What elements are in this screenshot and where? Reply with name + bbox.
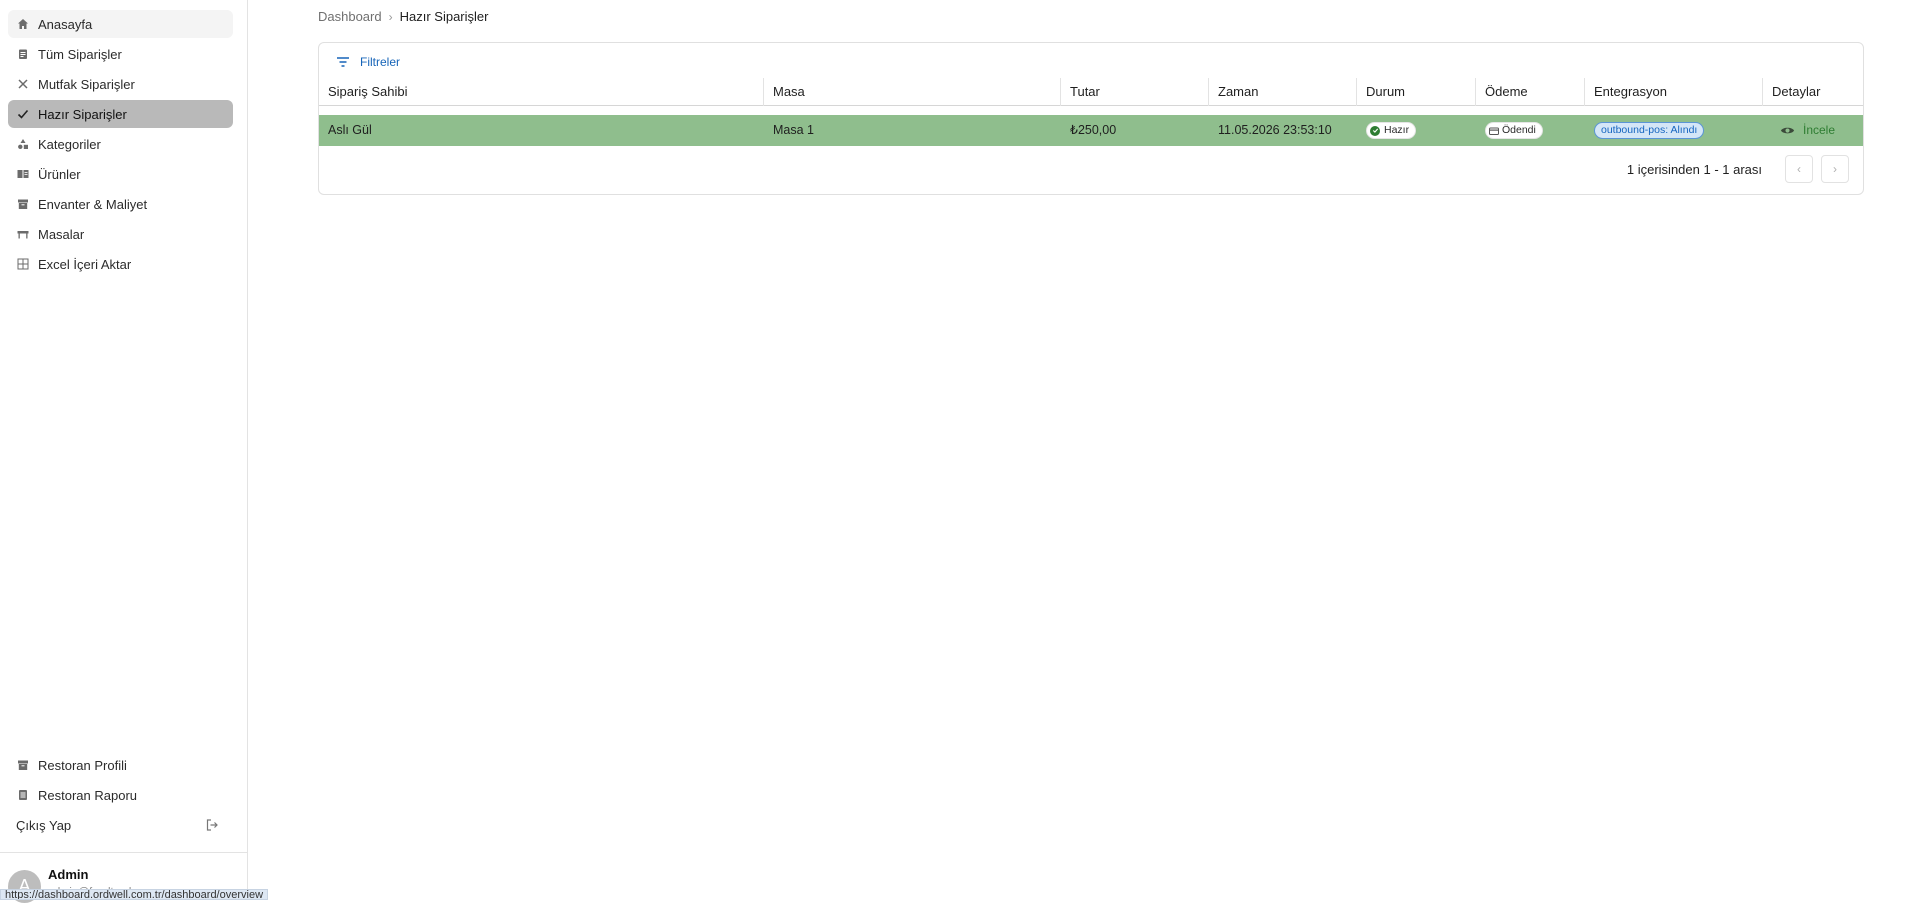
integration-badge: outbound-pos: Alındı [1594, 122, 1705, 139]
table-header: Sipariş Sahibi Masa Tutar Zaman Durum Öd… [319, 78, 1863, 106]
sidebar-item-label: Anasayfa [38, 16, 93, 32]
report-icon [16, 788, 30, 802]
cell-time: 11.05.2026 23:53:10 [1218, 123, 1332, 137]
store-icon [16, 758, 30, 772]
column-header-details[interactable]: Detaylar [1763, 78, 1863, 106]
sidebar-item-mutfak-siparisler[interactable]: Mutfak Siparişler [8, 70, 233, 98]
sidebar-item-envanter[interactable]: Envanter & Maliyet [8, 190, 233, 218]
sidebar-item-masalar[interactable]: Masalar [8, 220, 233, 248]
logout-label: Çıkış Yap [16, 817, 72, 833]
sidebar-item-hazir-siparisler[interactable]: Hazır Siparişler [8, 100, 233, 128]
sidebar-item-label: Hazır Siparişler [38, 106, 127, 122]
pagination: 1 içerisinden 1 - 1 arası ‹ › [1627, 155, 1849, 183]
filters-button[interactable]: Filtreler [335, 54, 400, 70]
inspect-label: İncele [1803, 123, 1836, 137]
prev-page-button[interactable]: ‹ [1785, 155, 1813, 183]
table-row[interactable]: Aslı Gül Masa 1 ₺250,00 11.05.2026 23:53… [319, 115, 1863, 146]
shapes-icon [16, 137, 30, 151]
payment-badge: Ödendi [1485, 122, 1543, 139]
table-icon [16, 227, 30, 241]
cell-details: İncele [1763, 115, 1863, 146]
column-header-status[interactable]: Durum [1357, 78, 1476, 106]
sidebar-item-restoran-raporu[interactable]: Restoran Raporu [8, 781, 233, 809]
status-badge-label: Hazır [1384, 124, 1410, 136]
sidebar-item-tum-siparisler[interactable]: Tüm Siparişler [8, 40, 233, 68]
pagination-info: 1 içerisinden 1 - 1 arası [1626, 161, 1762, 177]
sidebar-item-label: Excel İçeri Aktar [38, 256, 132, 272]
cell-status: Hazır [1357, 115, 1476, 146]
column-header-payment[interactable]: Ödeme [1476, 78, 1585, 106]
chevron-right-icon: › [388, 9, 393, 24]
sidebar-item-kategoriler[interactable]: Kategoriler [8, 130, 233, 158]
user-name: Admin [48, 867, 89, 882]
sidebar-item-label: Mutfak Siparişler [38, 76, 135, 92]
sidebar-item-label: Envanter & Maliyet [38, 196, 148, 212]
inspect-button[interactable]: İncele [1772, 115, 1835, 146]
payment-card-icon [1489, 127, 1499, 135]
grid-icon [16, 257, 30, 271]
cell-table: Masa 1 [773, 123, 814, 137]
sidebar-item-urunler[interactable]: Ürünler [8, 160, 233, 188]
check-icon [16, 107, 30, 121]
eye-icon [1780, 127, 1795, 134]
breadcrumb-dashboard[interactable]: Dashboard [318, 9, 382, 24]
sidebar-item-label: Kategoriler [38, 136, 101, 152]
filter-icon [337, 57, 349, 67]
menu-book-icon [16, 167, 30, 181]
sidebar-item-label: Tüm Siparişler [38, 46, 122, 62]
clipboard-icon [16, 47, 30, 61]
column-header-table[interactable]: Masa [764, 78, 1061, 106]
sidebar-item-label: Restoran Raporu [38, 787, 137, 803]
column-header-amount[interactable]: Tutar [1061, 78, 1209, 106]
filters-label: Filtreler [360, 55, 401, 69]
column-header-owner[interactable]: Sipariş Sahibi [319, 78, 764, 106]
logout-button[interactable]: Çıkış Yap [8, 811, 233, 839]
sidebar-item-excel-aktar[interactable]: Excel İçeri Aktar [8, 250, 233, 278]
status-bar-url: https://dashboard.ordwell.com.tr/dashboa… [0, 889, 269, 900]
sidebar-item-anasayfa[interactable]: Anasayfa [8, 10, 233, 38]
orders-card: Filtreler Sipariş Sahibi Masa Tutar Zama… [318, 42, 1864, 195]
breadcrumb: Dashboard › Hazır Siparişler [318, 9, 488, 24]
payment-badge-label: Ödendi [1502, 124, 1536, 136]
cell-amount: ₺250,00 [1070, 123, 1117, 137]
sidebar-item-label: Masalar [38, 226, 85, 242]
archive-icon [16, 197, 30, 211]
breadcrumb-current: Hazır Siparişler [399, 9, 489, 24]
cell-owner: Aslı Gül [328, 123, 372, 137]
check-circle-icon [1370, 125, 1380, 136]
sidebar-item-restoran-profili[interactable]: Restoran Profili [8, 751, 233, 779]
utensils-icon [16, 77, 30, 91]
column-header-integration[interactable]: Entegrasyon [1585, 78, 1763, 106]
sidebar-nav: Anasayfa Tüm Siparişler Mutfak Siparişle… [8, 10, 233, 280]
sidebar-item-label: Ürünler [38, 166, 81, 182]
home-icon [16, 17, 30, 31]
sidebar-item-label: Restoran Profili [38, 757, 127, 773]
sidebar: Anasayfa Tüm Siparişler Mutfak Siparişle… [0, 0, 248, 903]
status-badge: Hazır [1366, 122, 1417, 139]
cell-integration: outbound-pos: Alındı [1585, 115, 1763, 146]
column-header-time[interactable]: Zaman [1209, 78, 1357, 106]
next-page-button[interactable]: › [1821, 155, 1849, 183]
cell-payment: Ödendi [1476, 115, 1585, 146]
sidebar-bottom-nav: Restoran Profili Restoran Raporu Çıkış Y… [8, 751, 233, 839]
logout-icon [205, 818, 219, 832]
